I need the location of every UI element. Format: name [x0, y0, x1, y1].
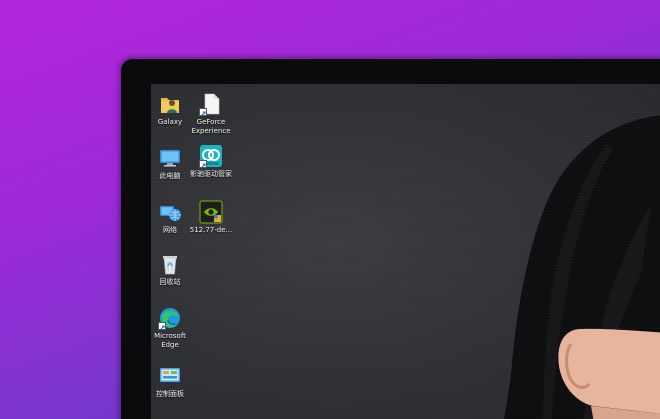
document-shortcut-icon	[199, 92, 223, 116]
shortcut-arrow-icon	[199, 108, 207, 116]
desktop-icon-control-panel[interactable]: 控制面板	[151, 364, 195, 399]
galax-driver-app-icon	[199, 144, 223, 168]
desktop-icon-label: Microsoft Edge	[154, 332, 186, 349]
desktop-icon-label: 回收站	[159, 278, 181, 286]
desktop-icon-nvidia-driver-installer[interactable]: 512.77-de...	[186, 200, 236, 235]
desktop-icon-label: 控制面板	[156, 390, 184, 398]
desktop-icon-label: 影驰驱动管家	[190, 170, 232, 178]
computer-monitor-icon	[158, 146, 182, 170]
desktop-icon-recycle-bin[interactable]: 回收站	[151, 252, 195, 287]
nvidia-installer-icon	[199, 200, 223, 224]
recycle-bin-icon	[158, 252, 182, 276]
desktop-icon-label: 512.77-de...	[189, 226, 233, 234]
desktop-icon-galax-driver-manager[interactable]: 影驰驱动管家	[186, 144, 236, 179]
shortcut-arrow-icon	[158, 322, 166, 330]
control-panel-icon	[158, 364, 182, 388]
desktop-icon-label: GeForce Experience	[191, 118, 231, 135]
desktop-icon-microsoft-edge[interactable]: Microsoft Edge	[151, 306, 195, 349]
purple-backdrop: Galaxy GeForce Experience 此电脑 影驰驱动管家 网络 …	[0, 0, 660, 419]
desktop-screen: Galaxy GeForce Experience 此电脑 影驰驱动管家 网络 …	[151, 84, 660, 419]
desktop-icon-geforce-experience[interactable]: GeForce Experience	[186, 92, 236, 135]
shortcut-arrow-icon	[199, 160, 207, 168]
network-globe-icon	[158, 200, 182, 224]
folder-user-icon	[158, 92, 182, 116]
edge-browser-icon	[158, 306, 182, 330]
